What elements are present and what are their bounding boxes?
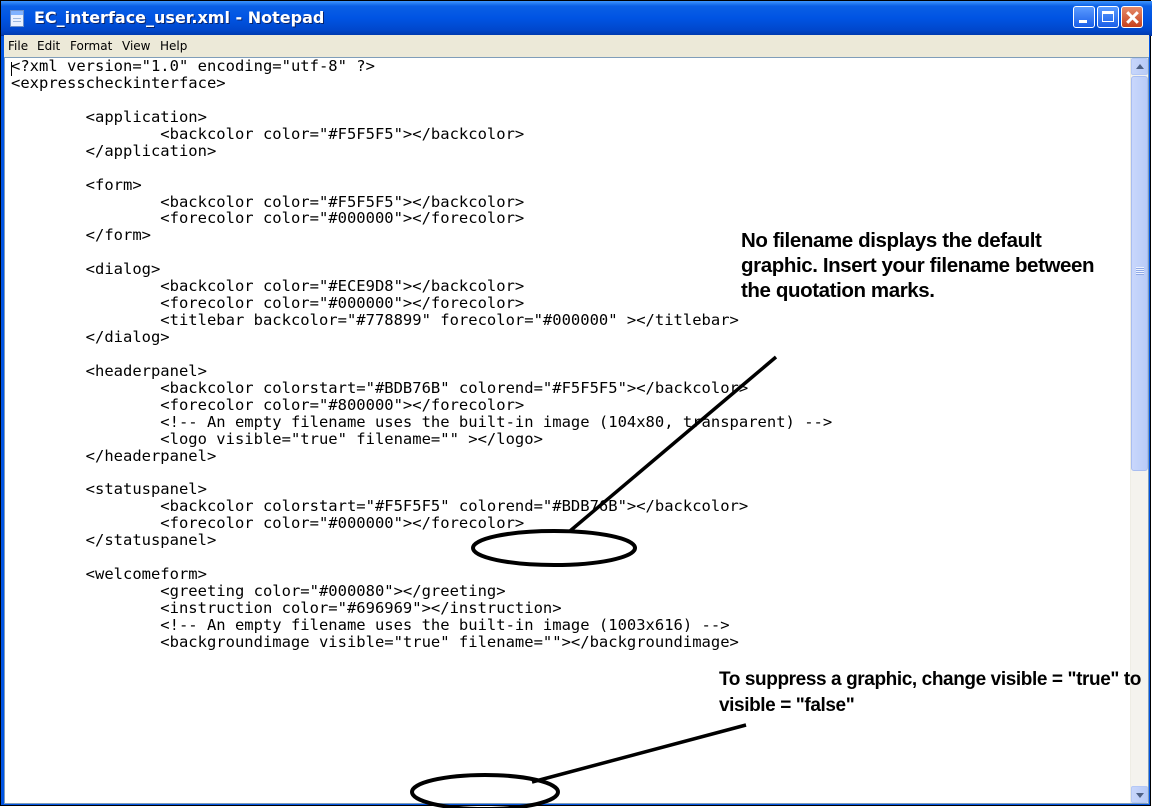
text-caret bbox=[11, 62, 12, 76]
code-line: <titlebar backcolor="#778899" forecolor=… bbox=[11, 311, 739, 330]
code-line: <instruction color="#696969"></instructi… bbox=[11, 599, 562, 617]
editor-text: <?xml version="1.0" encoding="utf-8" ?> <… bbox=[11, 58, 832, 651]
code-line: <application> bbox=[11, 107, 207, 126]
maximize-button[interactable] bbox=[1097, 6, 1119, 28]
arrow-up-icon bbox=[1136, 64, 1144, 69]
grip-icon bbox=[1136, 267, 1144, 275]
minimize-button[interactable] bbox=[1073, 6, 1095, 28]
code-line: <backcolor colorstart="#F5F5F5" colorend… bbox=[11, 497, 749, 516]
menu-view[interactable]: View bbox=[122, 39, 150, 53]
code-line: </dialog> bbox=[11, 328, 170, 346]
code-line: </statuspanel> bbox=[11, 531, 217, 550]
menu-edit[interactable]: Edit bbox=[37, 39, 60, 53]
code-line: <headerpanel> bbox=[11, 361, 207, 380]
scroll-thumb[interactable] bbox=[1131, 76, 1148, 471]
code-line: <backcolor colorstart="#BDB76B" colorend… bbox=[11, 378, 749, 397]
code-line: <backcolor color="#F5F5F5"></backcolor> bbox=[11, 192, 525, 211]
scroll-down-button[interactable] bbox=[1131, 786, 1148, 803]
code-line: <form> bbox=[11, 175, 142, 194]
code-line: <backgroundimage visible="true" filename… bbox=[11, 632, 739, 651]
menu-file[interactable]: File bbox=[8, 39, 28, 53]
code-line: <greeting color="#000080"></greeting> bbox=[11, 582, 506, 601]
code-line: <forecolor color="#000000"></forecolor> bbox=[11, 514, 525, 533]
arrow-down-icon bbox=[1136, 793, 1144, 798]
code-line: <forecolor color="#800000"></forecolor> bbox=[11, 395, 525, 414]
code-line: <backcolor color="#ECE9D8"></backcolor> bbox=[11, 277, 525, 296]
code-line: <logo visible="true" filename="" ></logo… bbox=[11, 429, 543, 448]
code-line: <forecolor color="#000000"></forecolor> bbox=[11, 294, 525, 313]
code-line: <welcomeform> bbox=[11, 565, 207, 584]
window-title: EC_interface_user.xml - Notepad bbox=[34, 8, 325, 27]
scroll-up-button[interactable] bbox=[1131, 58, 1148, 75]
title-bar[interactable]: EC_interface_user.xml - Notepad bbox=[1, 1, 1152, 36]
annotation-visible: To suppress a graphic, change visible = … bbox=[719, 669, 1141, 716]
notepad-icon[interactable] bbox=[10, 10, 24, 27]
menu-bar: File Edit Format View Help bbox=[4, 35, 1149, 58]
code-line: </headerpanel> bbox=[11, 446, 217, 465]
code-line: <statuspanel> bbox=[11, 480, 207, 499]
code-line: <forecolor color="#000000"></forecolor> bbox=[11, 209, 525, 228]
code-line: <!-- An empty filename uses the built-in… bbox=[11, 412, 833, 431]
code-line: </application> bbox=[11, 141, 217, 160]
code-line: <dialog> bbox=[11, 260, 161, 279]
code-line: <!-- An empty filename uses the built-in… bbox=[11, 615, 730, 634]
code-line: <backcolor color="#F5F5F5"></backcolor> bbox=[11, 124, 525, 143]
close-button[interactable] bbox=[1121, 6, 1143, 28]
code-line: </form> bbox=[11, 226, 151, 245]
code-line: <?xml version="1.0" encoding="utf-8" ?> bbox=[11, 57, 375, 75]
annotation-filename: No filename displays the default graphic… bbox=[741, 229, 1095, 302]
menu-help[interactable]: Help bbox=[160, 39, 187, 53]
code-line: <expresscheckinterface> bbox=[11, 73, 226, 92]
menu-format[interactable]: Format bbox=[70, 39, 112, 53]
